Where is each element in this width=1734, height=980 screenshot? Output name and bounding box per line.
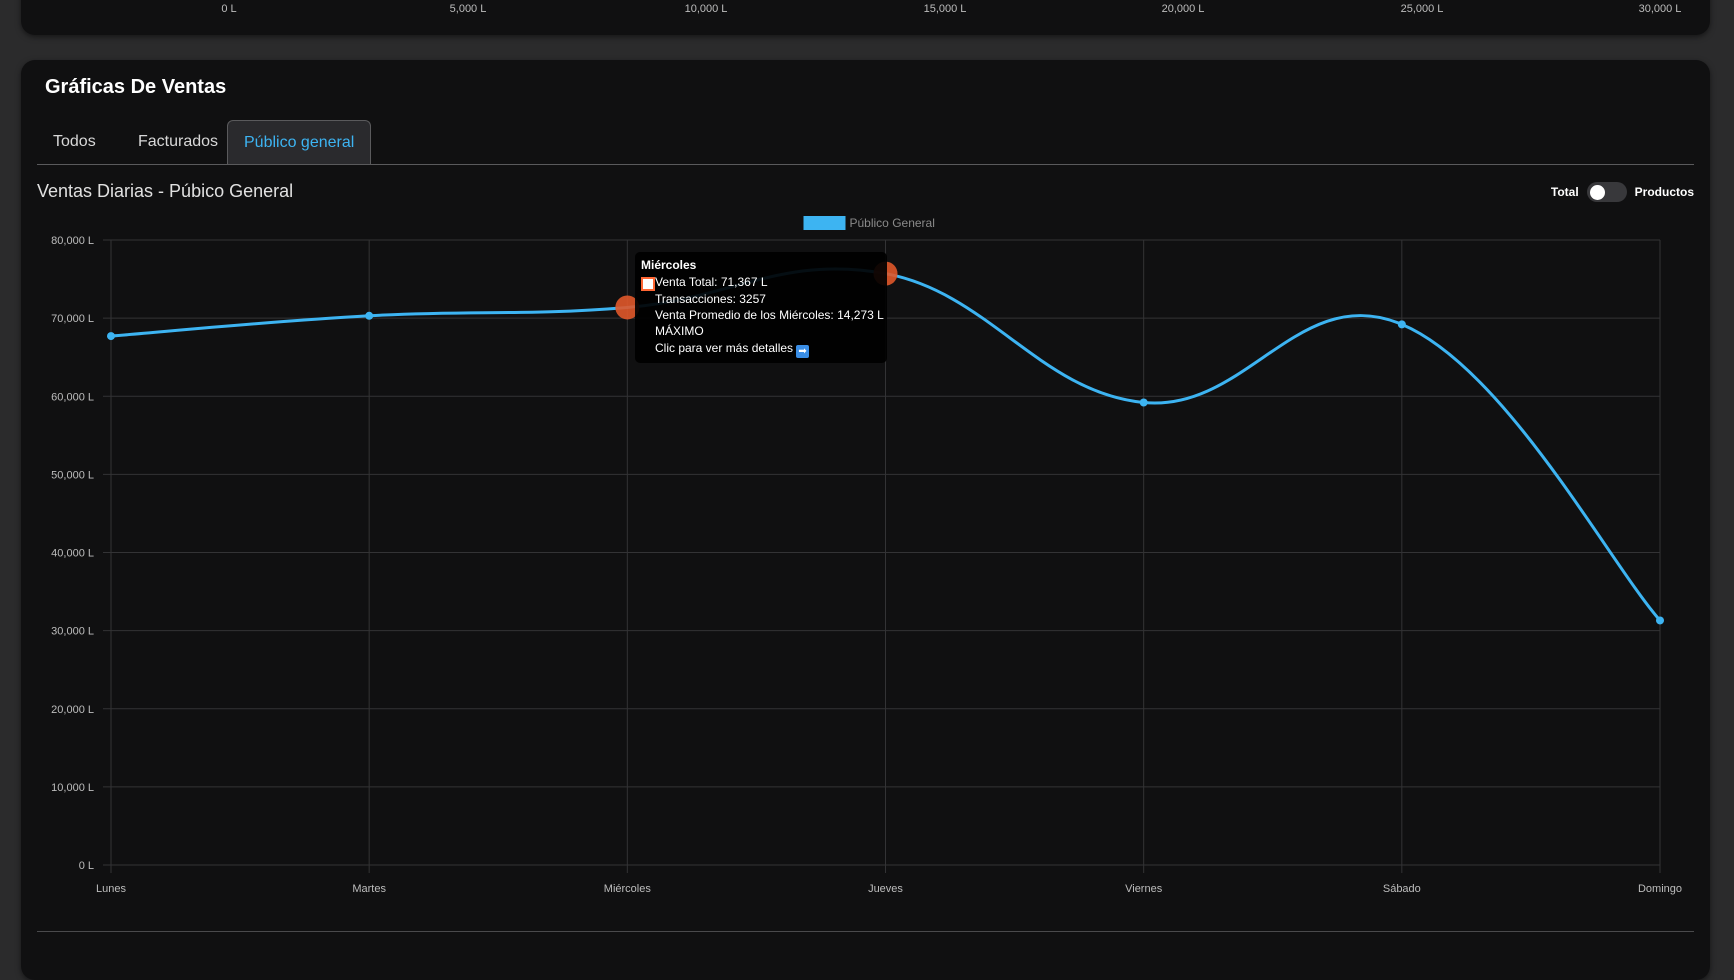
data-point bbox=[1139, 398, 1148, 407]
tooltip-series-swatch bbox=[641, 277, 655, 291]
tooltip-title: Miércoles bbox=[641, 258, 697, 272]
data-point bbox=[1656, 616, 1664, 625]
legend-swatch bbox=[803, 216, 846, 230]
daily-sales-line-chart[interactable]: 0 L 10,000 L 20,000 L 30,000 L 40,000 L 50,00… bbox=[0, 0, 1734, 960]
chart-tooltip: Miércoles Venta Total: 71,367 L Transacc… bbox=[635, 252, 887, 363]
x-tick-label: Domingo bbox=[1638, 883, 1682, 895]
y-tick-label: 80,000 L bbox=[51, 235, 94, 247]
x-tick-label: Miércoles bbox=[604, 883, 652, 895]
x-tick-label: Lunes bbox=[96, 883, 126, 895]
tooltip-venta-promedio: Venta Promedio de los Miércoles: 14,273 … bbox=[655, 308, 884, 322]
x-tick-label: Martes bbox=[352, 883, 386, 895]
legend-label: Público General bbox=[850, 216, 935, 230]
y-tick-label: 50,000 L bbox=[51, 469, 94, 481]
x-tick-label: Sábado bbox=[1383, 883, 1421, 895]
x-tick-label: Viernes bbox=[1125, 883, 1163, 895]
y-tick-label: 70,000 L bbox=[51, 313, 94, 325]
data-point bbox=[107, 332, 115, 341]
tooltip-maximo: MÁXIMO bbox=[655, 324, 704, 338]
y-tick-label: 30,000 L bbox=[51, 626, 94, 638]
y-tick-label: 0 L bbox=[79, 860, 94, 872]
tooltip-details-link[interactable]: Clic para ver más detalles ➡ bbox=[655, 341, 810, 358]
x-tick-label: Jueves bbox=[868, 883, 903, 895]
y-tick-label: 60,000 L bbox=[51, 391, 94, 403]
data-point bbox=[365, 311, 374, 320]
tooltip-transacciones: Transacciones: 3257 bbox=[655, 292, 766, 306]
tooltip-venta-total: Venta Total: 71,367 L bbox=[655, 275, 768, 289]
data-point bbox=[1397, 320, 1406, 329]
y-tick-label: 10,000 L bbox=[51, 782, 94, 794]
y-tick-label: 40,000 L bbox=[51, 548, 94, 560]
arrow-right-icon: ➡ bbox=[796, 345, 810, 358]
y-tick-label: 20,000 L bbox=[51, 704, 94, 716]
tooltip-details-text: Clic para ver más detalles bbox=[655, 341, 794, 355]
